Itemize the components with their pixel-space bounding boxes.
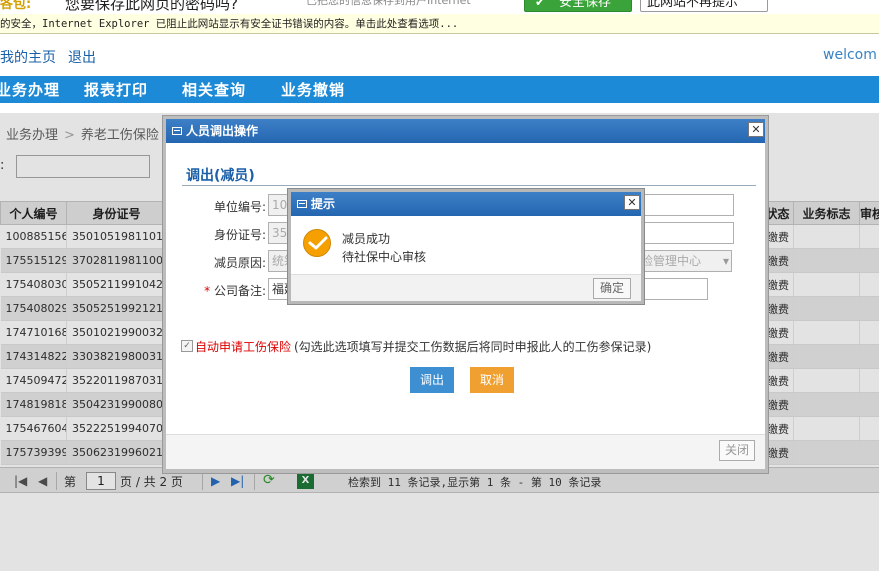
confirm-transfer-button[interactable]: 调出 [410, 367, 454, 393]
welcome-text: welcom [823, 47, 877, 63]
home-link[interactable]: 我的主页 [0, 47, 56, 67]
unit-no-label: 单位编号: [213, 200, 266, 214]
auto-injury-note: (勾选此选项填写并提交工伤数据后将同时申报此人的工伤参保记录) [294, 340, 652, 354]
id-no-label: 身份证号: [213, 228, 266, 242]
check-icon: ✔ [535, 0, 546, 9]
auto-injury-checkbox[interactable]: ✓ [181, 340, 193, 352]
dialog-title: 人员调出操作 [186, 124, 259, 138]
dialog-footer: 关闭 [166, 434, 765, 469]
password-save-bar: 各包: 您要保存此网页的密码吗? 已把您的信息保存到用户Internet ✔ 安全… [0, 0, 879, 14]
success-check-icon [303, 229, 331, 257]
bar-message: 您要保存此网页的密码吗? [65, 0, 238, 13]
tip-title-bar[interactable]: 提示 [291, 192, 641, 216]
bar-note: 已把您的信息保存到用户Internet [306, 0, 471, 7]
save-password-button[interactable]: ✔ 安全保存 [524, 0, 632, 12]
close-icon[interactable]: ✕ [748, 122, 764, 137]
ie-security-infobar[interactable]: 的安全，Internet Explorer 已阻止此网站显示有安全证书错误的内容… [0, 14, 879, 34]
chevron-down-icon: ▾ [722, 254, 729, 268]
unit-name-field[interactable] [642, 194, 734, 216]
top-nav: 我的主页 退出 welcom [0, 43, 879, 69]
tip-title: 提示 [311, 197, 336, 211]
close-button[interactable]: 关闭 [719, 440, 755, 461]
tip-footer: 确定 [291, 274, 641, 301]
never-for-site-button[interactable]: 此网站不再提示 [640, 0, 768, 12]
tip-message: 减员成功 待社保中心审核 [342, 230, 426, 266]
section-title: 调出(减员) [186, 168, 255, 184]
menu-item-revoke[interactable]: 业务撤销 [281, 79, 345, 100]
close-icon[interactable]: ✕ [624, 195, 640, 210]
menu-item-query[interactable]: 相关查询 [182, 79, 246, 100]
auto-injury-label[interactable]: 自动申请工伤保险 [195, 338, 291, 355]
tip-body: 减员成功 待社保中心审核 [291, 216, 641, 274]
reason-label: 减员原因: [213, 256, 266, 270]
remark-extra-field[interactable] [642, 278, 708, 300]
menu-item-business[interactable]: 业务办理 [0, 79, 60, 100]
ok-button[interactable]: 确定 [593, 278, 631, 299]
tip-line-1: 减员成功 [342, 232, 391, 246]
name-field[interactable] [642, 222, 734, 244]
section-divider [182, 185, 756, 186]
remark-label: * 公司备注: [204, 284, 266, 298]
tip-dialog: 提示 ✕ 减员成功 待社保中心审核 确定 [287, 188, 645, 305]
window-icon [297, 200, 307, 208]
menu-item-report-print[interactable]: 报表打印 [84, 79, 148, 100]
required-marker: * [204, 284, 214, 298]
logout-link[interactable]: 退出 [68, 47, 96, 67]
bar-left-fragment: 各包: [0, 0, 32, 12]
cancel-button[interactable]: 取消 [470, 367, 514, 393]
main-menu-bar: 业务办理 报表打印 相关查询 业务撤销 [0, 76, 879, 103]
tip-line-2: 待社保中心审核 [342, 250, 427, 264]
window-icon [172, 127, 182, 135]
agency-select[interactable]: 险管理中心 ▾ [638, 250, 732, 272]
dialog-title-bar[interactable]: 人员调出操作 [166, 119, 765, 143]
